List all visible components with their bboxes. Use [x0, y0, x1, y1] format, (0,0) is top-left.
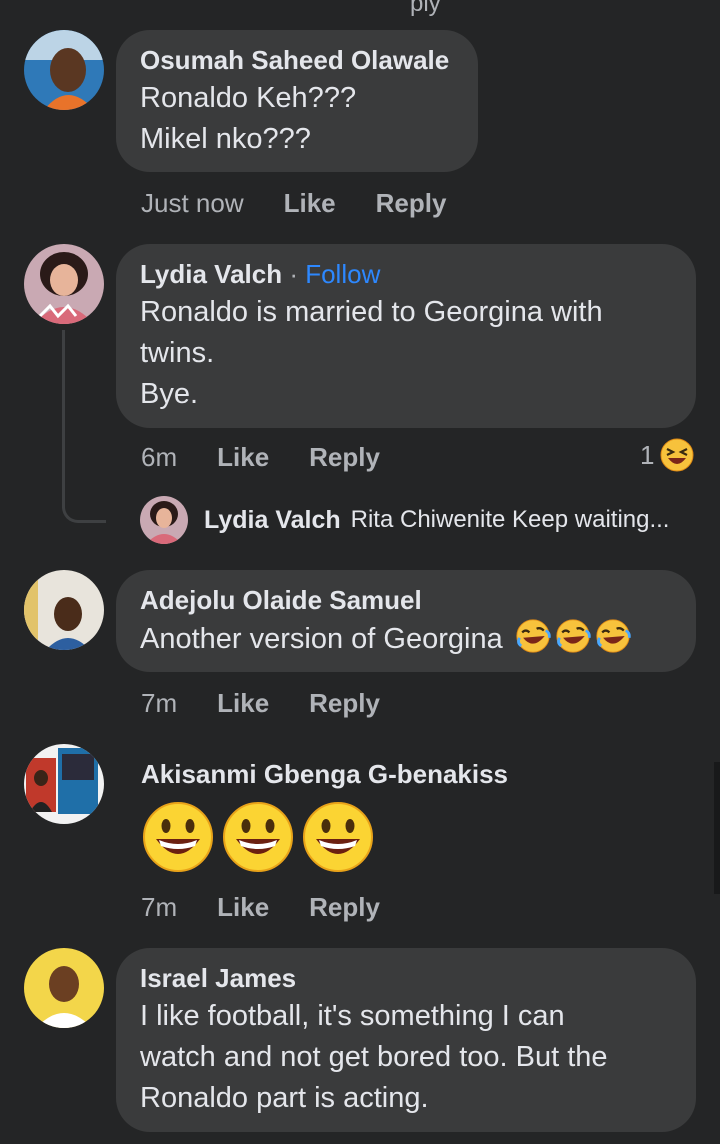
reaction-count: 1	[640, 439, 655, 470]
comment-text-line: Another version of Georgina	[140, 623, 503, 655]
comment-author[interactable]: Lydia Valch	[140, 259, 282, 289]
reaction-summary[interactable]: 1	[640, 438, 695, 472]
comment-text-line: Ronaldo is married to Georgina with	[140, 296, 603, 328]
comment-actions: 7m Like Reply	[141, 688, 420, 718]
reply-button[interactable]: Reply	[376, 188, 447, 218]
comment-text-line: Ronaldo part is acting.	[140, 1082, 429, 1114]
comment-header: Lydia Valch · Follow	[140, 258, 672, 290]
grinning-face-icon	[303, 802, 373, 872]
comment-bubble: Lydia Valch · Follow Ronaldo is married …	[116, 244, 696, 428]
thread-connector	[62, 330, 106, 523]
rolling-laughing-icon	[555, 618, 591, 654]
follow-button[interactable]: Follow	[305, 259, 380, 289]
comment-time[interactable]: 6m	[141, 442, 177, 472]
laughing-face-icon	[660, 438, 695, 472]
comment-time[interactable]: Just now	[141, 188, 244, 218]
reply-author[interactable]: Lydia Valch	[204, 506, 341, 535]
comment-text-line: Bye.	[140, 378, 199, 410]
scrollbar[interactable]	[714, 762, 720, 894]
comment-text-line: Ronaldo Keh???	[140, 82, 357, 114]
rolling-laughing-icon	[515, 618, 551, 654]
reply-button[interactable]: Reply	[309, 442, 380, 472]
comment-author[interactable]: Akisanmi Gbenga G-benakiss	[141, 758, 508, 790]
like-button[interactable]: Like	[284, 188, 336, 218]
grinning-face-icon	[143, 802, 213, 872]
emoji-message	[142, 801, 374, 873]
comments-page: ply Osumah Saheed Olawale Ronaldo Keh???…	[0, 0, 720, 1144]
avatar[interactable]	[24, 948, 104, 1028]
comment-actions: 7m Like Reply	[141, 892, 420, 922]
separator-dot: ·	[282, 259, 306, 289]
grinning-face-icon	[223, 802, 293, 872]
comment-time[interactable]: 7m	[141, 892, 177, 922]
comment-text-line: watch and not get bored too. But the	[140, 1041, 608, 1073]
like-button[interactable]: Like	[217, 688, 269, 718]
comment-text-line: I like football, it's something I can	[140, 1000, 565, 1032]
rolling-laughing-icon	[595, 618, 631, 654]
like-button[interactable]: Like	[217, 442, 269, 472]
reply-button[interactable]: Reply	[309, 688, 380, 718]
avatar[interactable]	[24, 744, 104, 824]
avatar[interactable]	[24, 244, 104, 324]
comment-text: Another version of Georgina	[140, 618, 672, 660]
comment-author[interactable]: Adejolu Olaide Samuel	[140, 584, 672, 616]
comment-bubble: Adejolu Olaide Samuel Another version of…	[116, 570, 696, 672]
previous-reply-fragment: ply	[410, 0, 441, 17]
comment-author[interactable]: Osumah Saheed Olawale	[140, 44, 454, 76]
reply-preview[interactable]: Lydia Valch Rita Chiwenite Keep waiting.…	[140, 496, 669, 544]
reply-text: Rita Chiwenite Keep waiting...	[350, 506, 670, 533]
comment-bubble: Osumah Saheed Olawale Ronaldo Keh??? Mik…	[116, 30, 478, 172]
comment-time[interactable]: 7m	[141, 688, 177, 718]
comment-author[interactable]: Israel James	[140, 962, 672, 994]
like-button[interactable]: Like	[217, 892, 269, 922]
reply-avatar[interactable]	[140, 496, 188, 544]
comment-text-line: twins.	[140, 337, 215, 369]
comment-actions: 6m Like Reply	[141, 442, 420, 472]
comment-text-line: Mikel nko???	[140, 123, 311, 155]
comment-bubble: Israel James I like football, it's somet…	[116, 948, 696, 1132]
comment-actions: Just now Like Reply	[141, 188, 486, 218]
reply-button[interactable]: Reply	[309, 892, 380, 922]
avatar[interactable]	[24, 570, 104, 650]
avatar[interactable]	[24, 30, 104, 110]
